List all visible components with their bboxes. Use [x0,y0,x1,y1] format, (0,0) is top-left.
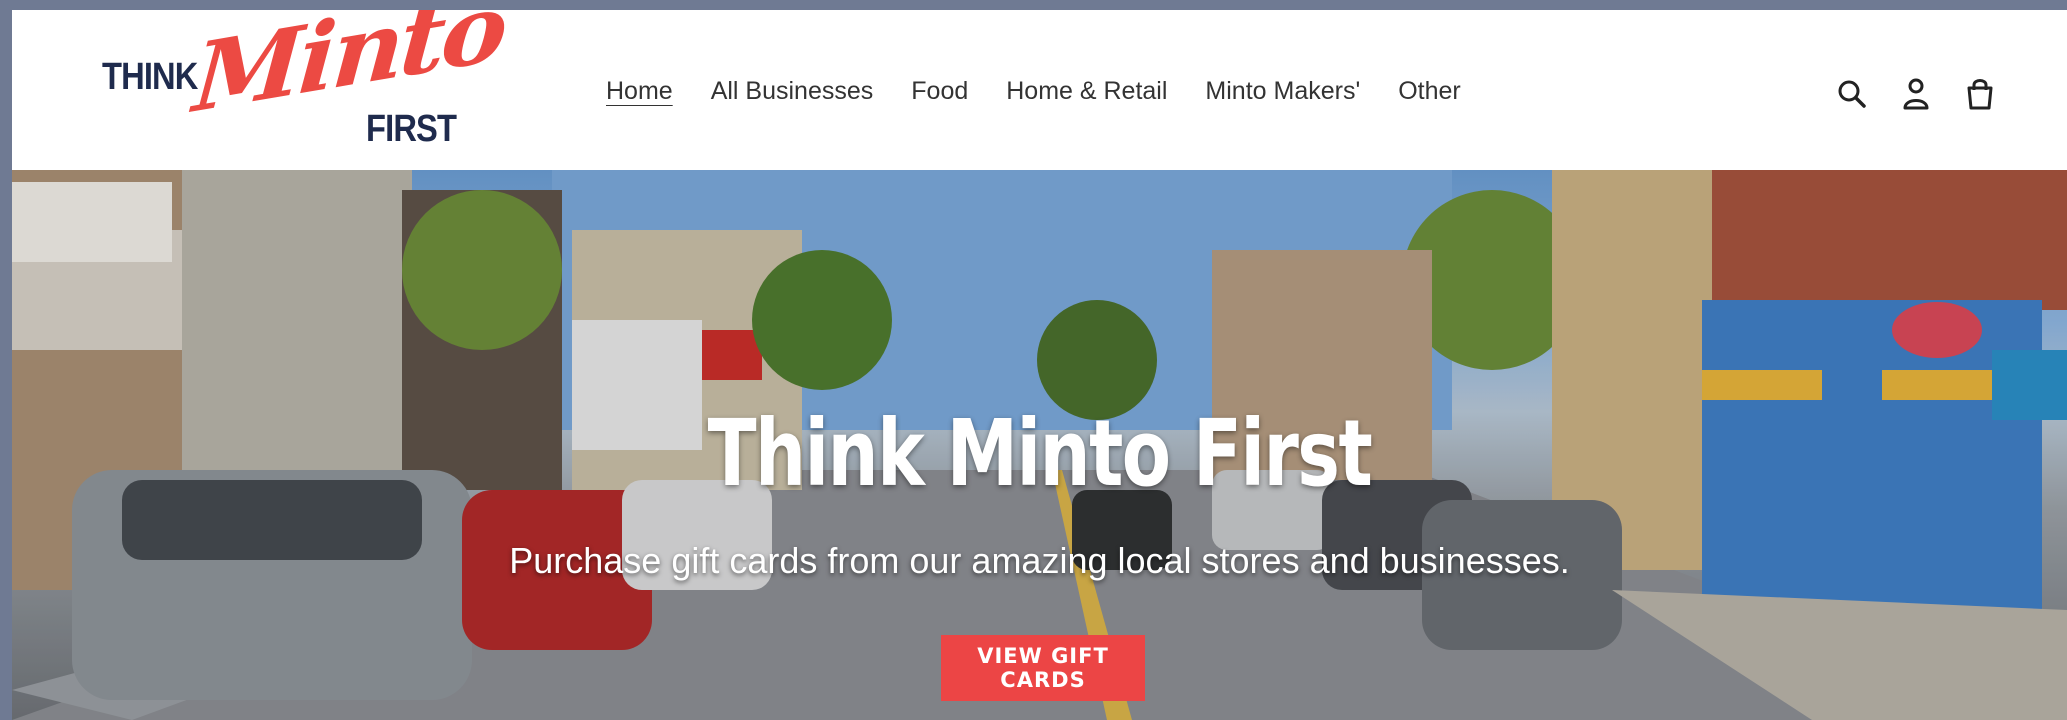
page: THINK Minto FIRST Home All Businesses Fo… [12,10,2067,720]
hero-subtitle: Purchase gift cards from our amazing loc… [509,540,1570,581]
nav-item-home[interactable]: Home [606,76,673,116]
site-header: THINK Minto FIRST Home All Businesses Fo… [12,10,2067,170]
view-gift-cards-button[interactable]: VIEW GIFT CARDS [941,635,1145,701]
logo-think: THINK [102,56,198,98]
hero-title: Think Minto First [707,400,1373,507]
logo-minto: Minto [189,10,508,135]
hero-banner: Think Minto First Purchase gift cards fr… [12,170,2067,720]
site-logo[interactable]: THINK Minto FIRST [100,10,507,158]
nav-item-home-retail[interactable]: Home & Retail [1006,76,1167,116]
nav-item-minto-makers[interactable]: Minto Makers' [1205,76,1360,116]
logo-first: FIRST [366,108,457,150]
cart-icon[interactable] [1960,74,2000,114]
account-icon[interactable] [1896,74,1936,114]
nav-item-other[interactable]: Other [1398,76,1461,116]
header-icons [1832,74,2024,114]
nav-item-food[interactable]: Food [911,76,968,116]
search-icon[interactable] [1832,74,1872,114]
main-nav: Home All Businesses Food Home & Retail M… [606,76,1499,116]
nav-item-all-businesses[interactable]: All Businesses [711,76,874,116]
